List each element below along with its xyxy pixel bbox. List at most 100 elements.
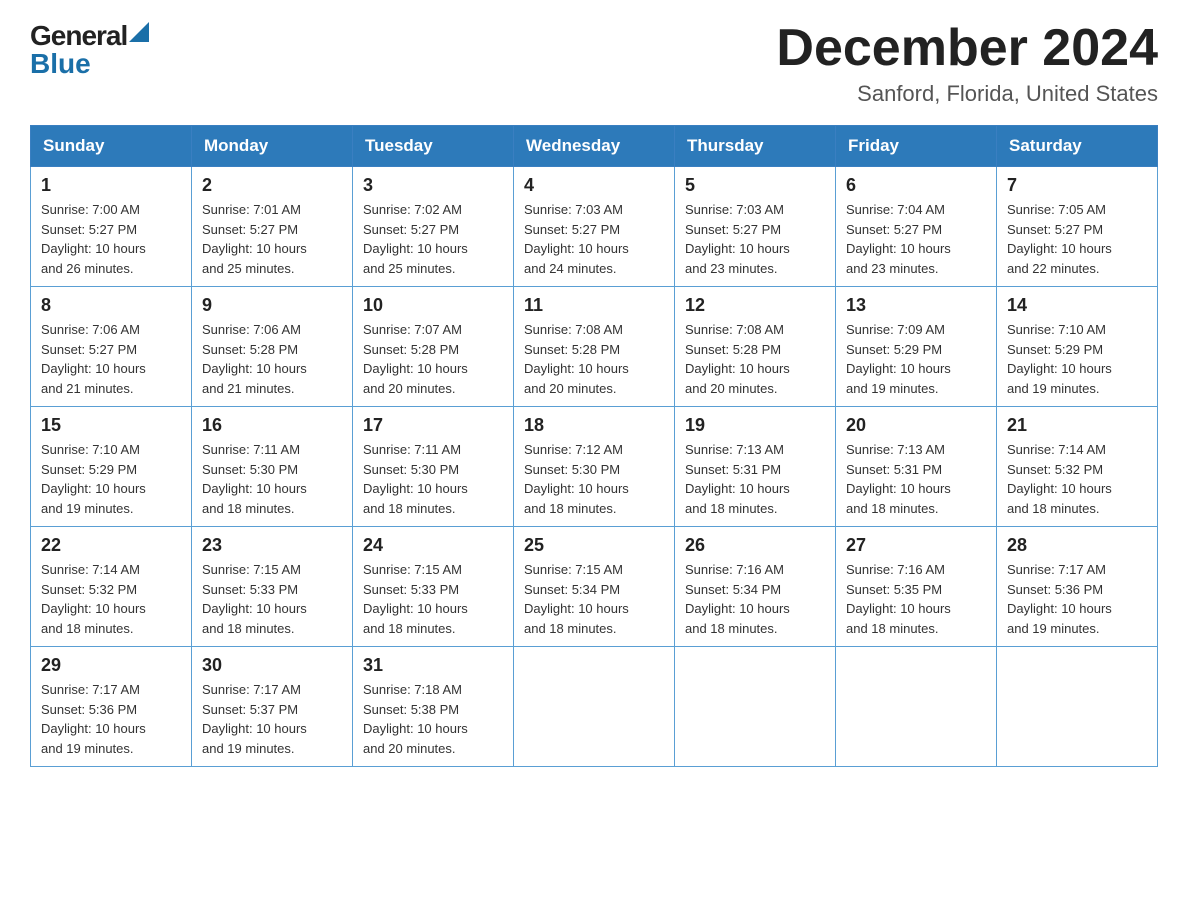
day-info: Sunrise: 7:07 AMSunset: 5:28 PMDaylight:… (363, 322, 468, 396)
calendar-day-cell: 18 Sunrise: 7:12 AMSunset: 5:30 PMDaylig… (514, 407, 675, 527)
location-subtitle: Sanford, Florida, United States (776, 81, 1158, 107)
calendar-day-cell: 2 Sunrise: 7:01 AMSunset: 5:27 PMDayligh… (192, 167, 353, 287)
day-info: Sunrise: 7:17 AMSunset: 5:36 PMDaylight:… (1007, 562, 1112, 636)
day-number: 16 (202, 415, 342, 436)
day-number: 5 (685, 175, 825, 196)
day-info: Sunrise: 7:10 AMSunset: 5:29 PMDaylight:… (1007, 322, 1112, 396)
calendar-day-cell: 21 Sunrise: 7:14 AMSunset: 5:32 PMDaylig… (997, 407, 1158, 527)
day-info: Sunrise: 7:09 AMSunset: 5:29 PMDaylight:… (846, 322, 951, 396)
calendar-day-cell: 8 Sunrise: 7:06 AMSunset: 5:27 PMDayligh… (31, 287, 192, 407)
logo-blue-text: Blue (30, 48, 91, 80)
day-info: Sunrise: 7:15 AMSunset: 5:34 PMDaylight:… (524, 562, 629, 636)
day-header-saturday: Saturday (997, 126, 1158, 167)
calendar-day-cell (675, 647, 836, 767)
day-header-tuesday: Tuesday (353, 126, 514, 167)
day-info: Sunrise: 7:06 AMSunset: 5:27 PMDaylight:… (41, 322, 146, 396)
day-number: 10 (363, 295, 503, 316)
day-info: Sunrise: 7:10 AMSunset: 5:29 PMDaylight:… (41, 442, 146, 516)
logo-triangle-icon (129, 22, 149, 42)
calendar-week-row: 15 Sunrise: 7:10 AMSunset: 5:29 PMDaylig… (31, 407, 1158, 527)
day-info: Sunrise: 7:18 AMSunset: 5:38 PMDaylight:… (363, 682, 468, 756)
day-info: Sunrise: 7:11 AMSunset: 5:30 PMDaylight:… (202, 442, 307, 516)
title-area: December 2024 Sanford, Florida, United S… (776, 20, 1158, 107)
day-number: 6 (846, 175, 986, 196)
day-number: 14 (1007, 295, 1147, 316)
calendar-day-cell: 6 Sunrise: 7:04 AMSunset: 5:27 PMDayligh… (836, 167, 997, 287)
calendar-day-cell: 23 Sunrise: 7:15 AMSunset: 5:33 PMDaylig… (192, 527, 353, 647)
day-header-sunday: Sunday (31, 126, 192, 167)
day-number: 20 (846, 415, 986, 436)
day-number: 13 (846, 295, 986, 316)
day-header-wednesday: Wednesday (514, 126, 675, 167)
day-number: 8 (41, 295, 181, 316)
calendar-day-cell: 1 Sunrise: 7:00 AMSunset: 5:27 PMDayligh… (31, 167, 192, 287)
day-number: 15 (41, 415, 181, 436)
day-number: 9 (202, 295, 342, 316)
calendar-day-cell: 15 Sunrise: 7:10 AMSunset: 5:29 PMDaylig… (31, 407, 192, 527)
calendar-day-cell: 11 Sunrise: 7:08 AMSunset: 5:28 PMDaylig… (514, 287, 675, 407)
day-header-friday: Friday (836, 126, 997, 167)
calendar-day-cell: 14 Sunrise: 7:10 AMSunset: 5:29 PMDaylig… (997, 287, 1158, 407)
day-info: Sunrise: 7:00 AMSunset: 5:27 PMDaylight:… (41, 202, 146, 276)
day-number: 30 (202, 655, 342, 676)
day-info: Sunrise: 7:17 AMSunset: 5:36 PMDaylight:… (41, 682, 146, 756)
day-number: 28 (1007, 535, 1147, 556)
day-info: Sunrise: 7:03 AMSunset: 5:27 PMDaylight:… (524, 202, 629, 276)
calendar-day-cell: 27 Sunrise: 7:16 AMSunset: 5:35 PMDaylig… (836, 527, 997, 647)
day-info: Sunrise: 7:12 AMSunset: 5:30 PMDaylight:… (524, 442, 629, 516)
calendar-day-cell: 3 Sunrise: 7:02 AMSunset: 5:27 PMDayligh… (353, 167, 514, 287)
calendar-week-row: 1 Sunrise: 7:00 AMSunset: 5:27 PMDayligh… (31, 167, 1158, 287)
calendar-day-cell: 10 Sunrise: 7:07 AMSunset: 5:28 PMDaylig… (353, 287, 514, 407)
calendar-day-cell: 9 Sunrise: 7:06 AMSunset: 5:28 PMDayligh… (192, 287, 353, 407)
calendar-day-cell: 30 Sunrise: 7:17 AMSunset: 5:37 PMDaylig… (192, 647, 353, 767)
calendar-day-cell (514, 647, 675, 767)
calendar-week-row: 22 Sunrise: 7:14 AMSunset: 5:32 PMDaylig… (31, 527, 1158, 647)
day-number: 11 (524, 295, 664, 316)
day-number: 1 (41, 175, 181, 196)
calendar-day-cell: 7 Sunrise: 7:05 AMSunset: 5:27 PMDayligh… (997, 167, 1158, 287)
calendar-day-cell: 24 Sunrise: 7:15 AMSunset: 5:33 PMDaylig… (353, 527, 514, 647)
calendar-day-cell: 17 Sunrise: 7:11 AMSunset: 5:30 PMDaylig… (353, 407, 514, 527)
calendar-day-cell: 4 Sunrise: 7:03 AMSunset: 5:27 PMDayligh… (514, 167, 675, 287)
day-info: Sunrise: 7:15 AMSunset: 5:33 PMDaylight:… (363, 562, 468, 636)
day-info: Sunrise: 7:14 AMSunset: 5:32 PMDaylight:… (1007, 442, 1112, 516)
calendar-day-cell: 26 Sunrise: 7:16 AMSunset: 5:34 PMDaylig… (675, 527, 836, 647)
calendar-day-cell: 31 Sunrise: 7:18 AMSunset: 5:38 PMDaylig… (353, 647, 514, 767)
calendar-day-cell (997, 647, 1158, 767)
day-info: Sunrise: 7:13 AMSunset: 5:31 PMDaylight:… (846, 442, 951, 516)
calendar-week-row: 29 Sunrise: 7:17 AMSunset: 5:36 PMDaylig… (31, 647, 1158, 767)
day-number: 18 (524, 415, 664, 436)
day-info: Sunrise: 7:17 AMSunset: 5:37 PMDaylight:… (202, 682, 307, 756)
page-header: General Blue December 2024 Sanford, Flor… (30, 20, 1158, 107)
day-number: 29 (41, 655, 181, 676)
day-number: 3 (363, 175, 503, 196)
day-number: 26 (685, 535, 825, 556)
day-info: Sunrise: 7:06 AMSunset: 5:28 PMDaylight:… (202, 322, 307, 396)
day-number: 17 (363, 415, 503, 436)
day-info: Sunrise: 7:14 AMSunset: 5:32 PMDaylight:… (41, 562, 146, 636)
day-info: Sunrise: 7:05 AMSunset: 5:27 PMDaylight:… (1007, 202, 1112, 276)
day-header-monday: Monday (192, 126, 353, 167)
day-info: Sunrise: 7:03 AMSunset: 5:27 PMDaylight:… (685, 202, 790, 276)
month-title: December 2024 (776, 20, 1158, 77)
calendar-day-cell: 13 Sunrise: 7:09 AMSunset: 5:29 PMDaylig… (836, 287, 997, 407)
day-info: Sunrise: 7:13 AMSunset: 5:31 PMDaylight:… (685, 442, 790, 516)
logo: General Blue (30, 20, 149, 80)
day-number: 23 (202, 535, 342, 556)
day-info: Sunrise: 7:08 AMSunset: 5:28 PMDaylight:… (524, 322, 629, 396)
calendar-day-cell: 16 Sunrise: 7:11 AMSunset: 5:30 PMDaylig… (192, 407, 353, 527)
calendar-day-cell: 19 Sunrise: 7:13 AMSunset: 5:31 PMDaylig… (675, 407, 836, 527)
day-info: Sunrise: 7:08 AMSunset: 5:28 PMDaylight:… (685, 322, 790, 396)
day-number: 31 (363, 655, 503, 676)
calendar-day-cell: 25 Sunrise: 7:15 AMSunset: 5:34 PMDaylig… (514, 527, 675, 647)
day-number: 27 (846, 535, 986, 556)
calendar-day-cell: 29 Sunrise: 7:17 AMSunset: 5:36 PMDaylig… (31, 647, 192, 767)
day-number: 7 (1007, 175, 1147, 196)
calendar-day-cell: 22 Sunrise: 7:14 AMSunset: 5:32 PMDaylig… (31, 527, 192, 647)
day-number: 21 (1007, 415, 1147, 436)
calendar-table: SundayMondayTuesdayWednesdayThursdayFrid… (30, 125, 1158, 767)
calendar-day-cell (836, 647, 997, 767)
day-info: Sunrise: 7:16 AMSunset: 5:35 PMDaylight:… (846, 562, 951, 636)
day-info: Sunrise: 7:16 AMSunset: 5:34 PMDaylight:… (685, 562, 790, 636)
day-info: Sunrise: 7:01 AMSunset: 5:27 PMDaylight:… (202, 202, 307, 276)
